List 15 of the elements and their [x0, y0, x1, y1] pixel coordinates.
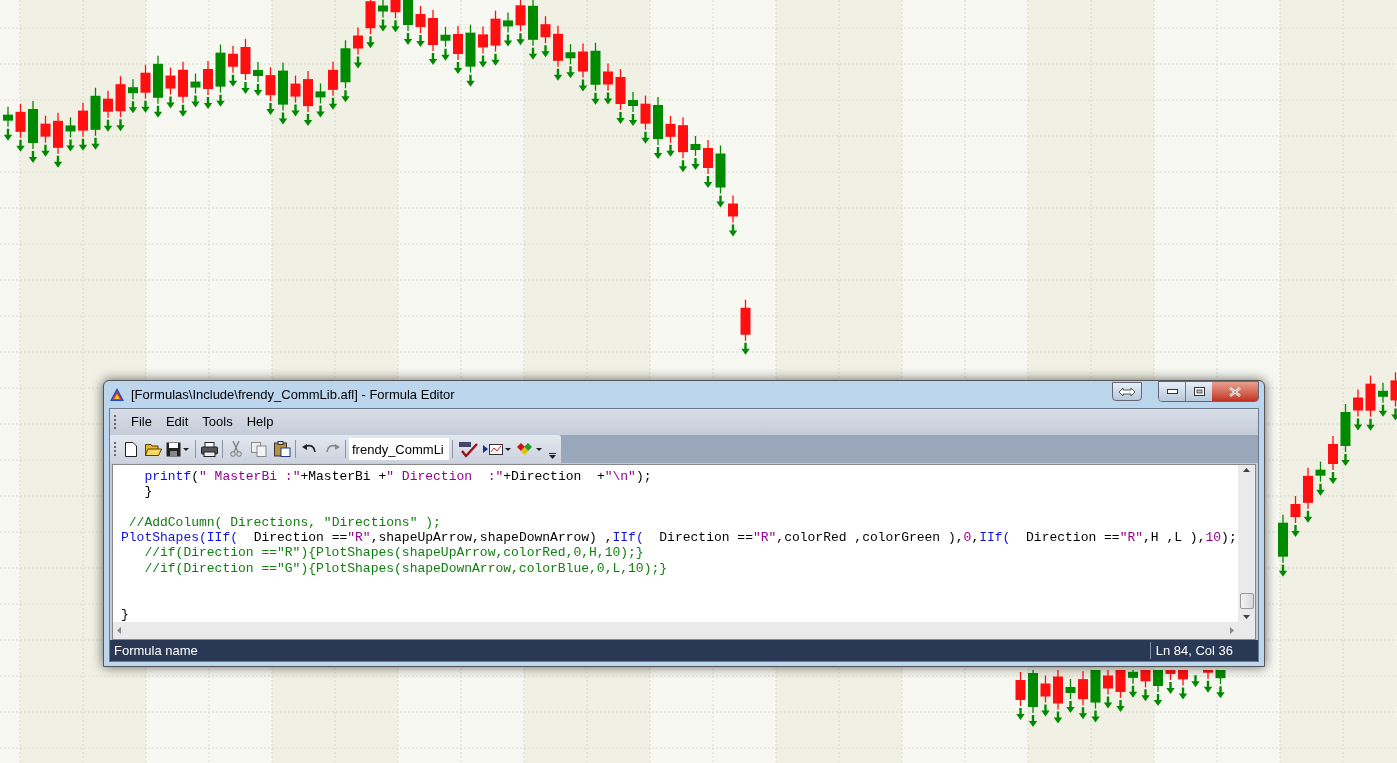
menu-item[interactable]: File	[124, 411, 159, 433]
menu-item[interactable]: Edit	[158, 411, 196, 433]
code-line: }	[121, 606, 129, 622]
window-title: [Formulas\Include\frendy_CommLib.afl] - Formula Editor	[131, 385, 455, 404]
code-line: PlotShapes(IIf( Direction =="R",shapeUpArrow,shapeDownArrow) ,IIf( Direction =="R",colorRed ,colorGreen ),0,IIf( Direction =="R",H ,L ),10);	[121, 530, 1237, 546]
code-line: //if(Direction =="R"){PlotShapes(shapeUpArrow,colorRed,0,H,10);}	[144, 545, 644, 561]
cursor-position: Ln 84, Col 36	[1154, 641, 1234, 660]
status-text: Formula name	[113, 641, 199, 660]
code-line: printf(" MasterBi :"+MasterBi +" Direction :"+Direction +"\n");	[144, 469, 652, 485]
code-line: //if(Direction =="G"){PlotShapes(shapeDownArrow,colorBlue,0,L,10);}	[144, 560, 668, 577]
menu-item[interactable]: Tools	[195, 411, 240, 433]
code-line: }	[144, 484, 153, 500]
formula-name-field[interactable]: frendy_CommLi	[349, 438, 449, 460]
code-line: //AddColumn( Directions, "Directions" );	[127, 514, 441, 531]
menu-item[interactable]: Help	[239, 411, 281, 433]
